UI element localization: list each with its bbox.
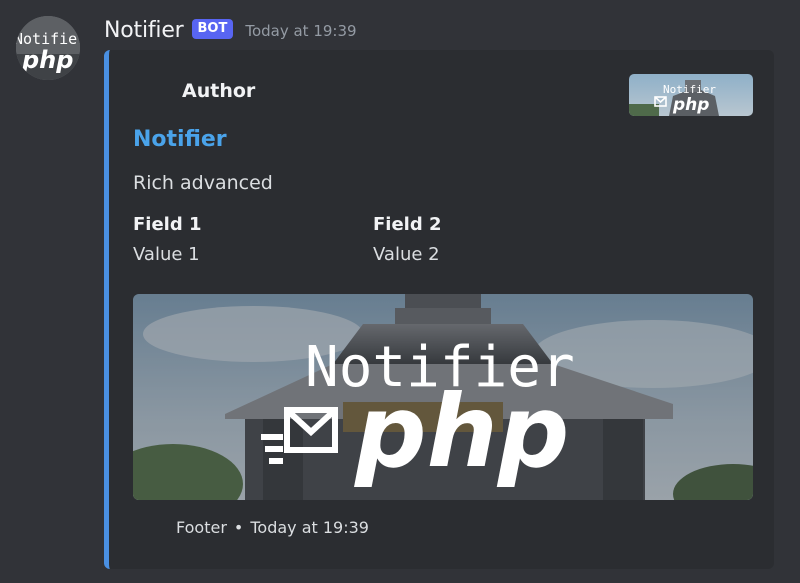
svg-text:php: php [21,46,73,74]
svg-text:php: php [672,95,709,115]
embed-field-value: Value 1 [133,244,200,265]
username[interactable]: Notifier [104,18,184,43]
notifier-php-logo-icon: Notifier php [133,294,753,500]
embed-author: Author [182,80,256,102]
embed-thumbnail[interactable]: Notifier php [629,74,753,116]
embed-field: Field 1 Value 1 [133,212,202,268]
avatar[interactable]: Notifier php [16,16,80,80]
chat-message: Notifier php Notifier BOT Today at 19:39… [0,0,800,583]
embed-footer: Footer • Today at 19:39 [176,518,369,537]
embed-field-name: Field 2 [373,214,442,235]
embed-description: Rich advanced [133,172,273,194]
message-timestamp[interactable]: Today at 19:39 [245,22,356,40]
message-header: Notifier BOT Today at 19:39 [104,14,357,46]
footer-separator: • [233,518,244,537]
embed-title-link[interactable]: Notifier [133,127,227,152]
notifier-php-logo-icon: Notifier php [629,74,753,116]
bot-badge: BOT [191,19,234,39]
embed-image[interactable]: Notifier php [133,294,753,500]
embed-field: Field 2 Value 2 [373,212,442,268]
embed-field-name: Field 1 [133,214,202,235]
footer-text: Footer [176,518,227,537]
footer-timestamp: Today at 19:39 [250,518,369,537]
notifier-php-logo-icon: Notifier php [16,16,80,80]
embed-field-value: Value 2 [373,244,440,265]
svg-text:php: php [354,373,569,490]
rich-embed: Author Notifier php Notifier Rich advanc… [104,50,774,569]
